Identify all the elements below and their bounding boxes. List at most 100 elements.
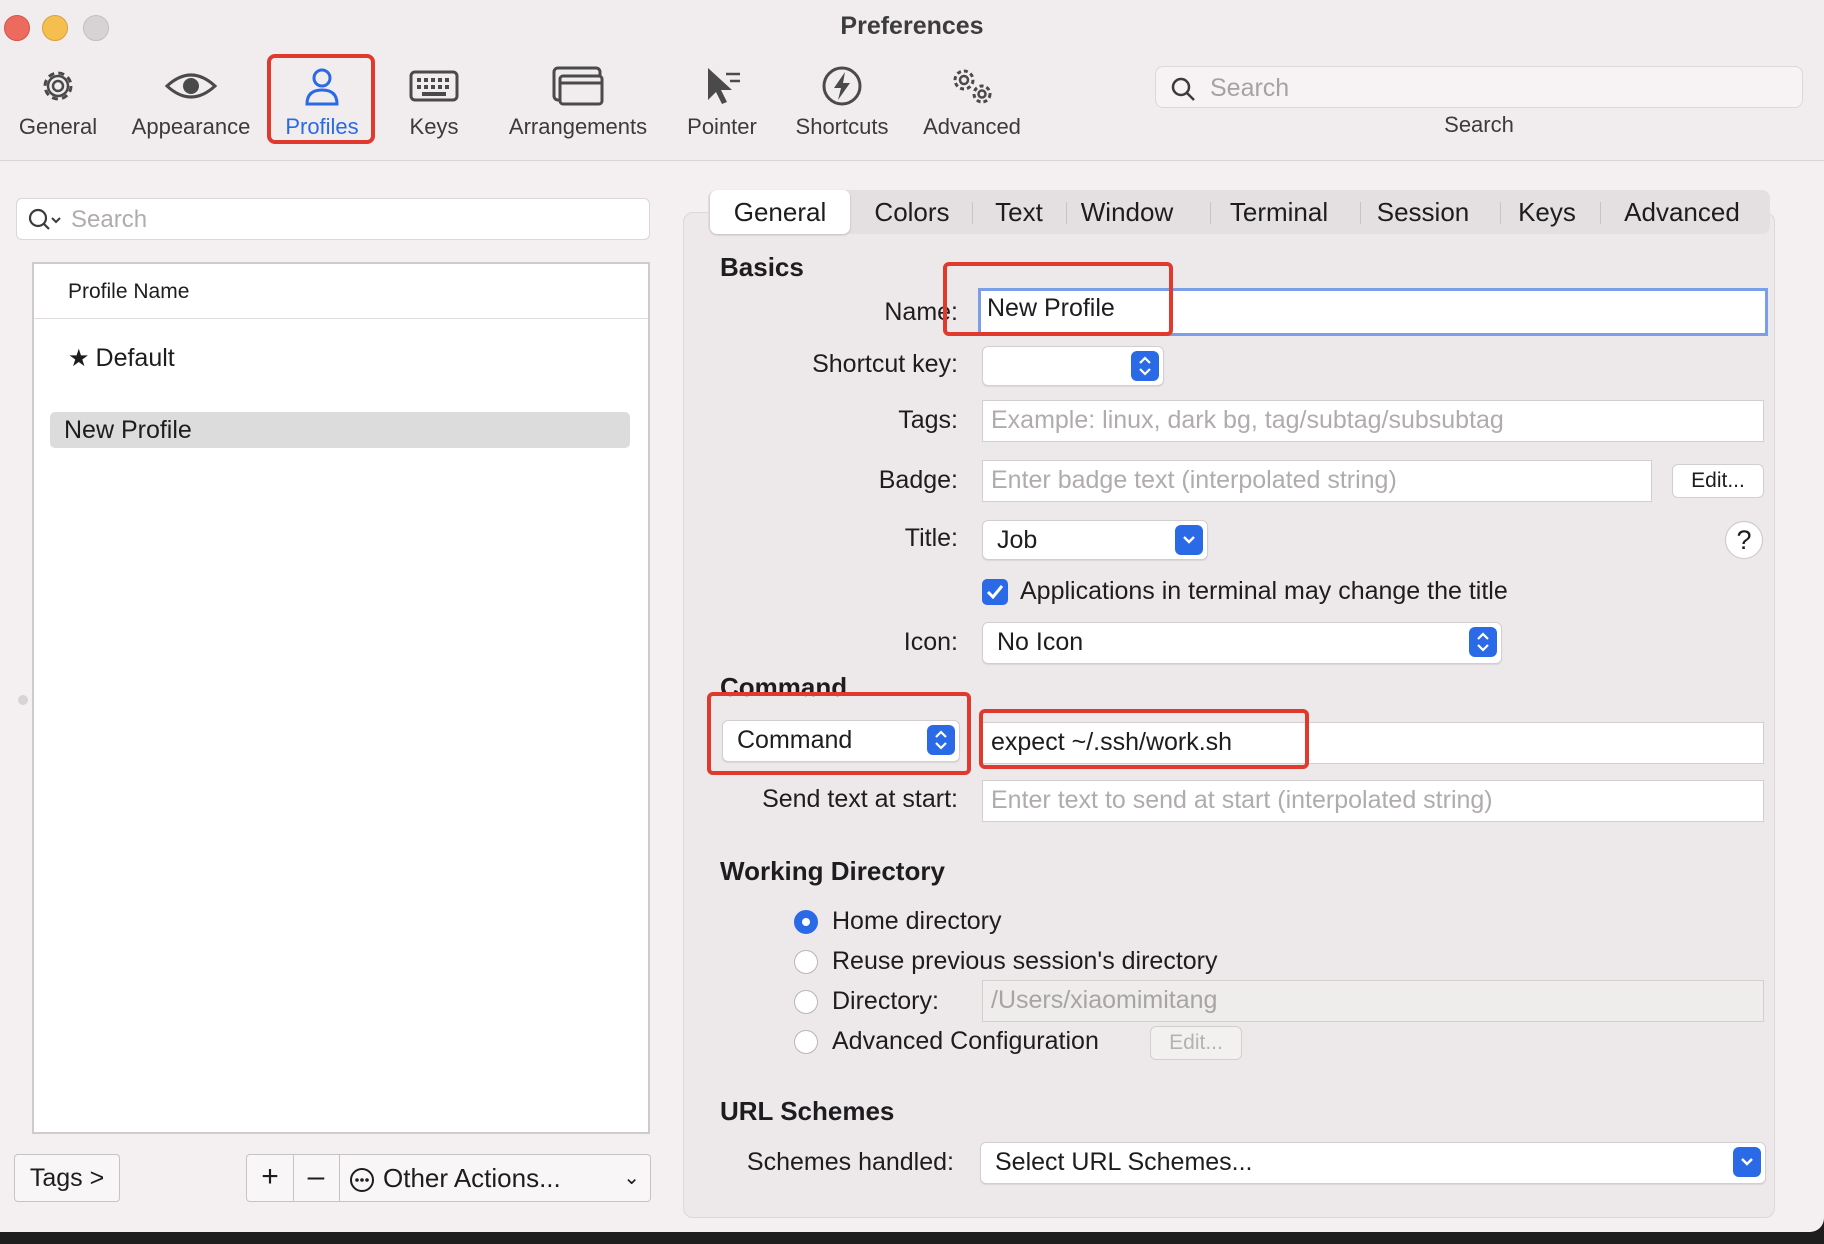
command-mode-value: Command (737, 726, 853, 754)
search-dropdown-icon (28, 208, 61, 230)
remove-profile-button[interactable]: – (293, 1155, 340, 1201)
pointer-icon (708, 68, 740, 104)
profile-row-new-profile[interactable]: New Profile (50, 412, 630, 448)
other-actions-menu[interactable]: Other Actions... ⌄ (339, 1155, 650, 1201)
tags-label: Tags: (898, 406, 958, 434)
url-schemes-select[interactable]: Select URL Schemes... (980, 1142, 1766, 1184)
ellipsis-circle-icon (350, 1168, 374, 1193)
name-label: Name: (884, 298, 958, 326)
toolbar-arrangements[interactable]: Arrangements (500, 60, 656, 144)
radio-home-directory[interactable] (794, 910, 818, 934)
tags-toggle-button[interactable]: Tags > (14, 1154, 120, 1202)
profile-list: Profile Name ★ Default New Profile (32, 262, 650, 1134)
eye-icon (164, 73, 218, 99)
apps-change-title-checkbox[interactable] (982, 579, 1008, 605)
windows-icon (552, 66, 604, 106)
add-profile-button[interactable]: + (247, 1155, 294, 1201)
profile-tabs: General Colors Text Window Terminal Sess… (708, 190, 1770, 234)
toolbar-shortcuts[interactable]: Shortcuts (788, 60, 896, 144)
gear-icon (43, 71, 73, 101)
chevron-down-icon: ⌄ (623, 1167, 640, 1189)
command-mode-select[interactable]: Command (722, 720, 960, 762)
tab-window[interactable]: Window (1068, 190, 1186, 234)
tab-separator (1600, 202, 1601, 224)
command-field[interactable]: expect ~/.ssh/work.sh (982, 722, 1764, 764)
shortcut-key-label: Shortcut key: (812, 350, 958, 378)
profile-name-field[interactable]: New Profile (978, 288, 1768, 336)
search-icon (1171, 77, 1195, 101)
toolbar-search-field[interactable] (1155, 66, 1803, 108)
tab-session[interactable]: Session (1362, 190, 1484, 234)
toolbar-general-label: General (18, 114, 98, 139)
tab-text[interactable]: Text (974, 190, 1064, 234)
toolbar-keys-label: Keys (409, 114, 459, 139)
toolbar-appearance-label: Appearance (131, 114, 251, 139)
help-button[interactable]: ? (1725, 521, 1763, 559)
badge-edit-button[interactable]: Edit... (1672, 464, 1764, 498)
other-actions-label: Other Actions... (383, 1163, 561, 1193)
basics-section-title: Basics (720, 252, 804, 282)
badge-field[interactable]: Enter badge text (interpolated string) (982, 460, 1652, 502)
star-icon: ★ (68, 345, 90, 372)
icon-select[interactable]: No Icon (982, 622, 1502, 664)
radio-reuse-previous-label[interactable]: Reuse previous session's directory (832, 947, 1218, 976)
splitter-handle[interactable] (18, 695, 28, 705)
toolbar-advanced-label: Advanced (923, 114, 1021, 139)
working-directory-section-title: Working Directory (720, 856, 945, 886)
stepper-arrows-icon (1469, 627, 1497, 657)
tags-field[interactable]: Example: linux, dark bg, tag/subtag/subs… (982, 400, 1764, 442)
tab-general[interactable]: General (710, 190, 850, 234)
radio-advanced-configuration-label[interactable]: Advanced Configuration (832, 1027, 1099, 1056)
profile-name-column-header[interactable]: Profile Name (34, 264, 648, 319)
advanced-configuration-edit-button[interactable]: Edit... (1150, 1026, 1242, 1060)
send-text-label: Send text at start: (762, 785, 958, 813)
radio-directory-label[interactable]: Directory: (832, 987, 939, 1016)
toolbar-pointer-label: Pointer (687, 114, 757, 139)
command-section-title: Command (720, 672, 848, 702)
toolbar-search-input[interactable] (1208, 71, 1772, 105)
toolbar-general[interactable]: General (10, 60, 106, 144)
title-label: Title: (904, 524, 958, 552)
url-schemes-value: Select URL Schemes... (995, 1148, 1253, 1176)
tab-colors[interactable]: Colors (854, 190, 970, 234)
profile-row-default[interactable]: ★ Default (50, 340, 630, 376)
chevron-down-icon (1175, 525, 1203, 555)
tab-separator (1066, 202, 1067, 224)
toolbar-appearance[interactable]: Appearance (124, 60, 258, 144)
tab-advanced[interactable]: Advanced (1602, 190, 1762, 234)
send-text-field[interactable]: Enter text to send at start (interpolate… (982, 780, 1764, 822)
keyboard-icon (409, 70, 459, 102)
icon-select-value: No Icon (997, 628, 1084, 656)
profile-search-input[interactable] (69, 203, 633, 237)
profile-row-label: Default (95, 344, 175, 372)
toolbar-advanced[interactable]: Advanced (916, 60, 1028, 144)
profile-row-label: New Profile (64, 416, 192, 444)
icon-label: Icon: (903, 628, 958, 656)
profile-search-field[interactable] (16, 198, 650, 240)
directory-path-field[interactable]: /Users/xiaomimitang (982, 980, 1764, 1022)
shortcut-key-select[interactable] (982, 346, 1164, 386)
radio-reuse-previous[interactable] (794, 950, 818, 974)
profile-actions-bar: + – Other Actions... ⌄ (246, 1154, 651, 1202)
schemes-handled-label: Schemes handled: (746, 1148, 954, 1176)
stepper-arrows-icon (927, 725, 955, 755)
tab-separator (1360, 202, 1361, 224)
toolbar-arrangements-label: Arrangements (508, 114, 648, 139)
toolbar-keys[interactable]: Keys (392, 60, 476, 144)
radio-directory[interactable] (794, 990, 818, 1014)
toolbar-pointer[interactable]: Pointer (678, 60, 766, 144)
tab-terminal[interactable]: Terminal (1212, 190, 1346, 234)
radio-home-directory-label[interactable]: Home directory (832, 907, 1002, 936)
apps-change-title-label[interactable]: Applications in terminal may change the … (1020, 577, 1508, 606)
title-select-value: Job (997, 526, 1038, 554)
preferences-window: Preferences General Appearance Profiles (0, 0, 1824, 1232)
gears-icon (953, 69, 992, 104)
chevron-down-icon (1733, 1147, 1761, 1177)
toolbar-search-label: Search (1444, 112, 1514, 137)
window-title: Preferences (840, 12, 984, 40)
profiles-highlight-box (267, 54, 375, 144)
tab-keys[interactable]: Keys (1502, 190, 1592, 234)
radio-advanced-configuration[interactable] (794, 1030, 818, 1054)
url-schemes-section-title: URL Schemes (720, 1096, 895, 1126)
title-select[interactable]: Job (982, 520, 1208, 560)
